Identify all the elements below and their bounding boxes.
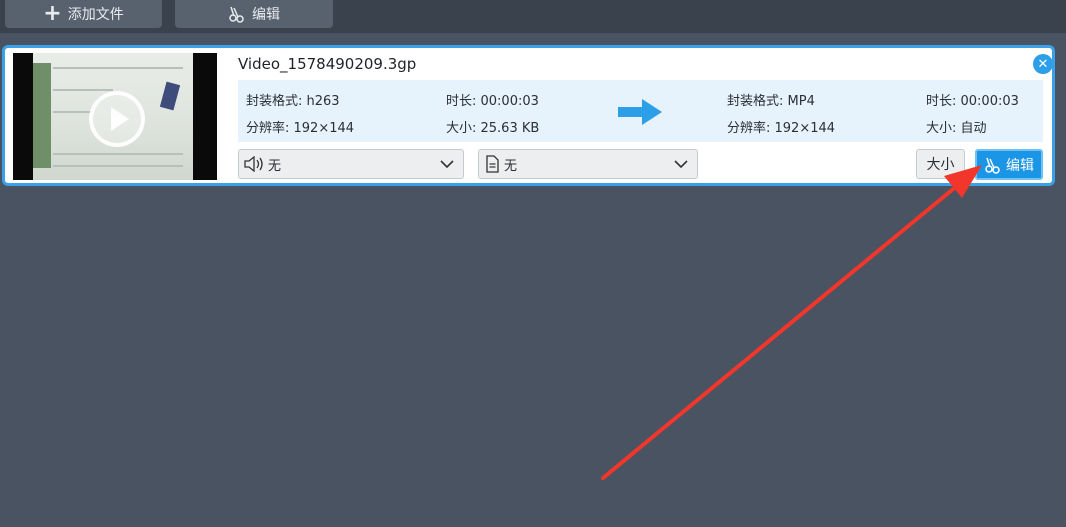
thumbnail-line: [53, 111, 93, 113]
toolbar: + 添加文件 编辑: [0, 0, 1066, 33]
conversion-info-panel: 封装格式: h263 时长: 00:00:03 分辨率: 192×144 大小:…: [238, 80, 1043, 142]
edit-button[interactable]: 编辑: [975, 149, 1043, 180]
size-button[interactable]: 大小: [916, 149, 965, 179]
thumbnail-sidebar: [33, 63, 51, 168]
source-duration: 时长: 00:00:03: [446, 94, 539, 109]
app-window: + 添加文件 编辑 Video_1578490209.3gp ✕ 封装格式: h…: [0, 0, 1066, 527]
target-duration: 时长: 00:00:03: [926, 94, 1019, 109]
thumbnail-line: [53, 153, 183, 155]
target-resolution: 分辨率: 192×144: [727, 121, 836, 136]
arrow-right-icon: [618, 99, 662, 125]
play-icon[interactable]: [89, 91, 145, 147]
file-name: Video_1578490209.3gp: [238, 55, 417, 73]
subtitle-select[interactable]: 无: [478, 149, 698, 179]
chevron-down-icon: [674, 160, 688, 169]
source-size: 大小: 25.63 KB: [446, 121, 540, 136]
target-format: 封装格式: MP4: [727, 94, 815, 109]
source-format: 封装格式: h263: [246, 94, 340, 109]
target-size[interactable]: 大小: 自动: [926, 117, 987, 136]
subtitle-file-icon: [486, 155, 499, 173]
source-resolution: 分辨率: 192×144: [246, 121, 355, 136]
close-icon[interactable]: ✕: [1033, 54, 1053, 74]
file-card[interactable]: Video_1578490209.3gp ✕ 封装格式: h263 时长: 00…: [2, 45, 1055, 186]
subtitle-value: 无: [504, 158, 518, 174]
speaker-icon: [244, 156, 263, 172]
video-thumbnail[interactable]: [13, 53, 217, 180]
scissors-icon: [985, 157, 1000, 174]
play-triangle: [111, 107, 129, 131]
toolbar-edit-label: 编辑: [252, 7, 280, 23]
plus-icon: +: [43, 1, 62, 26]
thumbnail-line: [53, 165, 183, 167]
edit-button-label: 编辑: [1006, 157, 1034, 174]
add-file-button[interactable]: + 添加文件: [5, 0, 162, 28]
add-file-label: 添加文件: [67, 7, 124, 23]
toolbar-edit-button[interactable]: 编辑: [175, 0, 333, 28]
scissors-icon: [229, 6, 244, 23]
audio-track-value: 无: [268, 158, 282, 174]
audio-track-select[interactable]: 无: [238, 149, 464, 179]
chevron-down-icon: [440, 160, 454, 169]
thumbnail-line: [53, 67, 183, 69]
thumbnail-line: [53, 89, 113, 91]
